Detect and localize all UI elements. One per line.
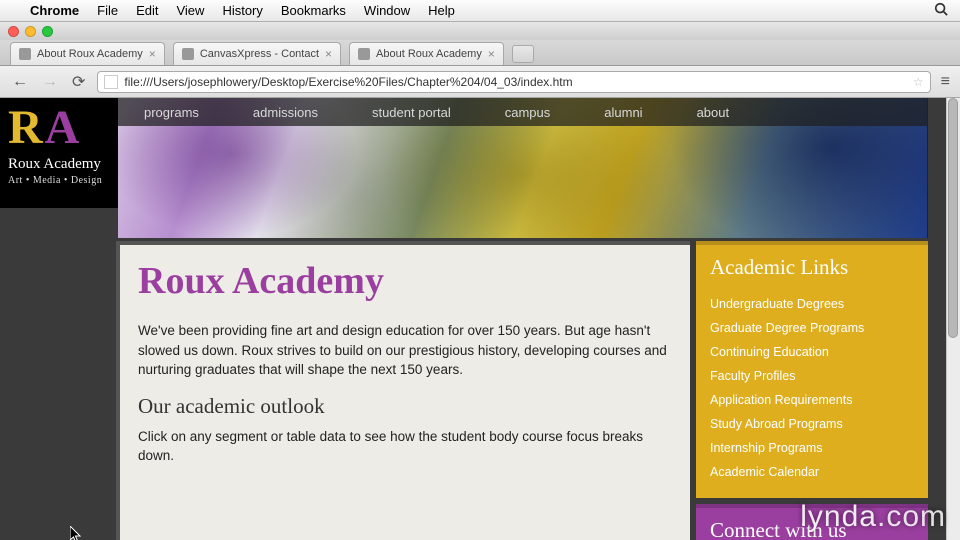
nav-student-portal[interactable]: student portal <box>372 105 451 120</box>
academic-link[interactable]: Undergraduate Degrees <box>710 292 914 316</box>
mac-menubar: Chrome File Edit View History Bookmarks … <box>0 0 960 22</box>
academic-link[interactable]: Academic Calendar <box>710 460 914 484</box>
tab-title: About Roux Academy <box>37 48 143 60</box>
academic-links-list: Undergraduate Degrees Graduate Degree Pr… <box>710 292 914 484</box>
menubar-item-view[interactable]: View <box>176 3 204 18</box>
window-maximize-button[interactable] <box>42 26 53 37</box>
spotlight-search-icon[interactable] <box>934 2 948 19</box>
chrome-menu-button[interactable]: ≡ <box>941 73 950 91</box>
browser-toolbar: ← → ⟳ file:///Users/josephlowery/Desktop… <box>0 66 960 98</box>
page-header-banner: programs admissions student portal campu… <box>118 98 928 238</box>
reload-button[interactable]: ⟳ <box>70 72 87 92</box>
page-icon <box>104 75 118 89</box>
menubar-item-file[interactable]: File <box>97 3 118 18</box>
nav-programs[interactable]: programs <box>144 105 199 120</box>
logo-monogram: RA <box>8 104 110 152</box>
window-close-button[interactable] <box>8 26 19 37</box>
menubar-item-window[interactable]: Window <box>364 3 410 18</box>
academic-link[interactable]: Continuing Education <box>710 340 914 364</box>
window-minimize-button[interactable] <box>25 26 36 37</box>
favicon-icon <box>358 48 370 60</box>
menubar-item-edit[interactable]: Edit <box>136 3 158 18</box>
academic-link[interactable]: Graduate Degree Programs <box>710 316 914 340</box>
academic-link[interactable]: Faculty Profiles <box>710 364 914 388</box>
academic-link[interactable]: Internship Programs <box>710 436 914 460</box>
logo-subtitle: Art • Media • Design <box>8 175 110 186</box>
browser-window: About Roux Academy × CanvasXpress - Cont… <box>0 22 960 540</box>
nav-about[interactable]: about <box>697 105 730 120</box>
main-content: Roux Academy We've been providing fine a… <box>116 241 690 540</box>
tab-close-icon[interactable]: × <box>325 47 332 61</box>
menubar-item-bookmarks[interactable]: Bookmarks <box>281 3 346 18</box>
mouse-cursor-icon <box>70 526 82 540</box>
menubar-item-help[interactable]: Help <box>428 3 455 18</box>
menubar-item-history[interactable]: History <box>222 3 262 18</box>
back-button[interactable]: ← <box>10 73 30 91</box>
lynda-watermark: lynda.com <box>800 500 946 534</box>
menubar-app-name[interactable]: Chrome <box>30 3 79 18</box>
favicon-icon <box>182 48 194 60</box>
tab-title: CanvasXpress - Contact <box>200 48 319 60</box>
tab-close-icon[interactable]: × <box>149 47 156 61</box>
nav-campus[interactable]: campus <box>505 105 551 120</box>
main-nav: programs admissions student portal campu… <box>118 98 927 126</box>
tab-close-icon[interactable]: × <box>488 47 495 61</box>
panel-title: Academic Links <box>710 255 914 280</box>
scrollbar-track[interactable] <box>946 98 960 540</box>
browser-tab[interactable]: About Roux Academy × <box>10 42 165 65</box>
section-paragraph: Click on any segment or table data to se… <box>138 427 672 466</box>
nav-admissions[interactable]: admissions <box>253 105 318 120</box>
browser-tabstrip: About Roux Academy × CanvasXpress - Cont… <box>0 40 960 66</box>
bookmark-star-icon[interactable]: ☆ <box>913 75 924 89</box>
site-logo[interactable]: RA Roux Academy Art • Media • Design <box>0 98 118 208</box>
url-bar[interactable]: file:///Users/josephlowery/Desktop/Exerc… <box>97 71 930 93</box>
window-titlebar <box>0 22 960 40</box>
browser-tab[interactable]: About Roux Academy × <box>349 42 504 65</box>
page-viewport: RA Roux Academy Art • Media • Design pro… <box>0 98 960 540</box>
watermark-suffix: .com <box>877 500 946 533</box>
academic-links-panel: Academic Links Undergraduate Degrees Gra… <box>696 241 928 498</box>
section-heading: Our academic outlook <box>138 394 672 419</box>
intro-paragraph: We've been providing fine art and design… <box>138 321 672 380</box>
forward-button[interactable]: → <box>40 73 60 91</box>
url-text: file:///Users/josephlowery/Desktop/Exerc… <box>124 75 572 89</box>
tab-title: About Roux Academy <box>376 48 482 60</box>
new-tab-button[interactable] <box>512 45 534 63</box>
favicon-icon <box>19 48 31 60</box>
academic-link[interactable]: Application Requirements <box>710 388 914 412</box>
browser-tab[interactable]: CanvasXpress - Contact × <box>173 42 341 65</box>
page-title: Roux Academy <box>138 259 672 303</box>
watermark-brand: lynda <box>800 500 877 533</box>
nav-alumni[interactable]: alumni <box>604 105 642 120</box>
scrollbar-thumb[interactable] <box>948 98 958 338</box>
academic-link[interactable]: Study Abroad Programs <box>710 412 914 436</box>
logo-name: Roux Academy <box>8 156 110 173</box>
